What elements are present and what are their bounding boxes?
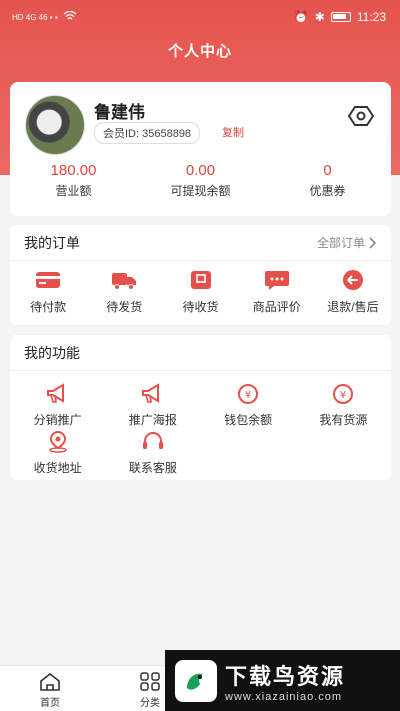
tab-label: 首页	[40, 698, 60, 709]
functions-section: 我的功能 分销推广 推广海报 ¥ 钱包余额 ¥ 我有货源 收货地址 联系客服	[10, 335, 391, 480]
chevron-right-icon	[369, 236, 377, 249]
stats-row: 180.00 营业额 0.00 可提现余额 0 优惠券	[10, 162, 391, 199]
home-icon	[40, 672, 60, 691]
status-bar: HD 4G 46 ▪ ▪ ⏰ ✱ 11:23	[0, 0, 400, 34]
watermark-banner: 下载鸟资源 www.xiazainiao.com	[165, 650, 400, 711]
truck-icon	[112, 273, 137, 290]
order-label: 待付款	[30, 300, 67, 314]
package-icon	[190, 271, 211, 289]
megaphone-icon	[141, 383, 159, 403]
func-label: 分销推广	[33, 413, 82, 427]
order-label: 待发货	[106, 300, 143, 314]
all-orders-label: 全部订单	[316, 236, 365, 250]
stat-withdrawable[interactable]: 0.00 可提现余额	[137, 162, 264, 199]
svg-text:¥: ¥	[340, 390, 346, 401]
comment-icon	[264, 271, 289, 290]
func-label: 我有货源	[319, 413, 368, 427]
orders-title: 我的订单	[24, 234, 80, 251]
order-label: 退款/售后	[327, 300, 379, 314]
stat-label: 优惠券	[309, 184, 346, 198]
location-icon	[48, 431, 67, 453]
bird-logo-icon	[175, 659, 217, 702]
orders-section: 我的订单 全部订单 待付款 待发货 待收货 商品评价 退款/售后	[10, 225, 391, 325]
func-label: 收货地址	[33, 461, 82, 475]
func-label: 钱包余额	[224, 413, 273, 427]
func-distribution[interactable]: 分销推广	[10, 383, 105, 431]
functions-title: 我的功能	[24, 344, 80, 361]
order-pending-shipment[interactable]: 待发货	[86, 269, 162, 315]
stat-value: 0	[323, 162, 332, 179]
order-pending-receipt[interactable]: 待收货	[162, 269, 238, 315]
clock: 11:23	[356, 10, 386, 24]
user-name: 鲁建伟	[94, 103, 145, 122]
settings-icon[interactable]	[348, 105, 374, 127]
functions-header: 我的功能	[10, 335, 391, 371]
stat-label: 可提现余额	[170, 184, 231, 198]
stat-label: 营业额	[55, 184, 92, 198]
grid-icon	[140, 672, 160, 691]
order-label: 商品评价	[252, 300, 301, 314]
stat-revenue[interactable]: 180.00 营业额	[10, 162, 137, 199]
func-label: 推广海报	[128, 413, 177, 427]
bluetooth-icon: ✱	[314, 10, 325, 24]
copy-button[interactable]: 复制	[222, 124, 244, 140]
orders-header: 我的订单 全部订单	[10, 225, 391, 261]
func-poster[interactable]: 推广海报	[105, 383, 200, 431]
wifi-icon	[63, 10, 77, 23]
profile-card: 鲁建伟 会员ID: 35658898 复制 180.00 营业额 0.00 可提…	[10, 82, 391, 216]
func-wallet[interactable]: ¥ 钱包余额	[201, 383, 296, 431]
order-refund[interactable]: 退款/售后	[315, 269, 391, 315]
order-review[interactable]: 商品评价	[239, 269, 315, 315]
tab-home[interactable]: 首页	[20, 672, 80, 709]
yen-icon: ¥	[238, 384, 259, 404]
network-indicator: HD 4G 46 ▪ ▪	[12, 12, 58, 22]
func-customer-service[interactable]: 联系客服	[105, 431, 200, 479]
page-title: 个人中心	[167, 43, 232, 60]
stat-coupons[interactable]: 0 优惠券	[264, 162, 391, 199]
headset-icon	[142, 432, 163, 449]
watermark-url: www.xiazainiao.com	[225, 690, 343, 703]
member-id: 会员ID: 35658898	[94, 122, 201, 144]
tab-label: 分类	[140, 698, 160, 709]
return-icon	[342, 270, 363, 290]
megaphone-icon	[46, 383, 64, 403]
alarm-icon: ⏰	[293, 10, 309, 24]
battery-icon	[330, 12, 351, 22]
avatar[interactable]	[25, 95, 85, 155]
svg-text:¥: ¥	[245, 390, 251, 401]
stat-value: 180.00	[50, 162, 97, 179]
status-indicators: HD 4G 46 ▪ ▪	[12, 10, 77, 23]
func-label: 联系客服	[128, 461, 177, 475]
order-pending-payment[interactable]: 待付款	[10, 269, 86, 315]
watermark-title: 下载鸟资源	[225, 663, 346, 689]
card-icon	[36, 272, 61, 288]
yen-icon: ¥	[333, 384, 354, 404]
func-address[interactable]: 收货地址	[10, 431, 105, 479]
stat-value: 0.00	[185, 162, 216, 179]
order-label: 待收货	[182, 300, 219, 314]
all-orders-link[interactable]: 全部订单	[317, 234, 377, 251]
func-supply[interactable]: ¥ 我有货源	[296, 383, 391, 431]
